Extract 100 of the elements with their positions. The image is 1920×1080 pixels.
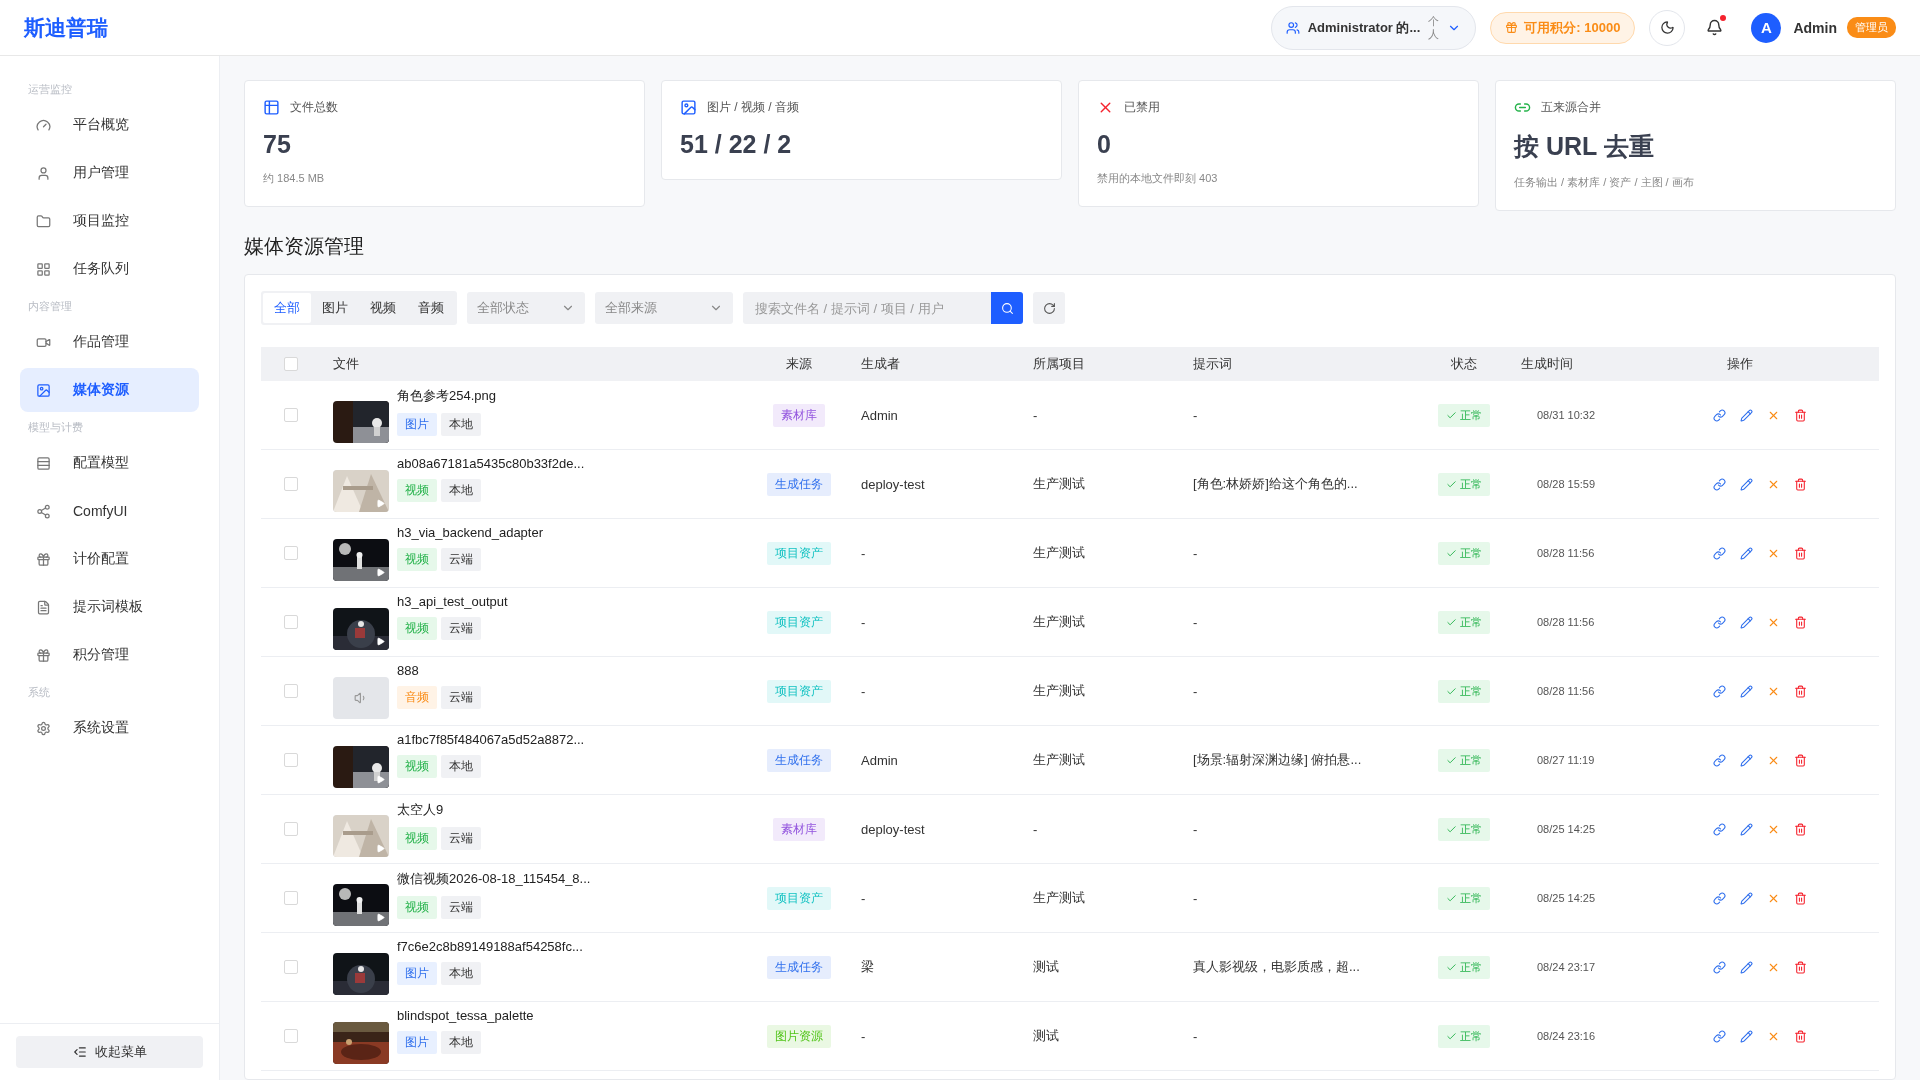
source-tag: 项目资产	[767, 886, 831, 910]
project-cell: 生产测试	[1033, 751, 1085, 769]
link-button[interactable]	[1713, 891, 1726, 905]
project-cell: 生产测试	[1033, 475, 1085, 493]
project-cell: 生产测试	[1033, 613, 1085, 631]
thumbnail[interactable]	[333, 746, 389, 788]
thumbnail[interactable]	[333, 470, 389, 512]
row-checkbox[interactable]	[284, 684, 298, 698]
link-button[interactable]	[1713, 753, 1726, 767]
check-icon	[1446, 409, 1457, 421]
column-header: 生成时间	[1520, 355, 1574, 373]
source-tag: 素材库	[773, 817, 825, 841]
nav-item[interactable]: 任务队列	[20, 247, 199, 291]
section-title: 内容管理	[28, 299, 73, 314]
check-icon	[1446, 547, 1457, 559]
thumbnail[interactable]	[333, 1022, 389, 1064]
nav-item[interactable]: 媒体资源	[20, 368, 199, 412]
link-icon	[1713, 822, 1726, 836]
link-button[interactable]	[1713, 960, 1726, 974]
delete-button[interactable]	[1794, 822, 1807, 836]
delete-button[interactable]	[1794, 753, 1807, 767]
type-tag: 视频	[397, 617, 437, 640]
check-icon	[1446, 961, 1457, 973]
edit-button[interactable]	[1740, 684, 1753, 698]
play-icon	[376, 775, 385, 784]
nav-item[interactable]: 配置模型	[20, 441, 199, 485]
stat-icon	[680, 99, 697, 116]
refresh-button[interactable]	[1033, 292, 1065, 324]
storage-tag: 本地	[441, 1031, 481, 1054]
delete-button[interactable]	[1794, 960, 1807, 974]
link-button[interactable]	[1713, 684, 1726, 698]
thumbnail[interactable]	[333, 608, 389, 650]
edit-button[interactable]	[1740, 960, 1753, 974]
row-checkbox[interactable]	[284, 477, 298, 491]
edit-button[interactable]	[1740, 822, 1753, 836]
edit-button[interactable]	[1740, 1029, 1753, 1043]
delete-button[interactable]	[1794, 546, 1807, 560]
link-button[interactable]	[1713, 408, 1726, 422]
creator-cell: -	[861, 1028, 866, 1044]
edit-button[interactable]	[1740, 477, 1753, 491]
thumbnail[interactable]	[333, 884, 389, 926]
nav-item[interactable]: 计价配置	[20, 537, 199, 581]
section-title: 模型与计费	[28, 420, 84, 435]
delete-button[interactable]	[1794, 891, 1807, 905]
delete-button[interactable]	[1794, 408, 1807, 422]
edit-button[interactable]	[1740, 753, 1753, 767]
row-checkbox[interactable]	[284, 822, 298, 836]
row-checkbox[interactable]	[284, 408, 298, 422]
link-button[interactable]	[1713, 1029, 1726, 1043]
user-avatar[interactable]: A	[1751, 12, 1782, 43]
row-checkbox[interactable]	[284, 615, 298, 629]
delete-button[interactable]	[1794, 615, 1807, 629]
edit-button[interactable]	[1740, 891, 1753, 905]
nav-item[interactable]: 用户管理	[20, 151, 199, 195]
nav-item[interactable]: 提示词模板	[20, 585, 199, 629]
theme-toggle-button[interactable]	[1649, 9, 1686, 46]
thumbnail[interactable]	[333, 815, 389, 857]
source-tag: 生成任务	[767, 748, 831, 772]
nav-item[interactable]: 项目监控	[20, 199, 199, 243]
prompt-cell: [角色:林娇娇]给这个角色的...	[1193, 475, 1358, 493]
filter-tab[interactable]: 音频	[407, 293, 455, 323]
thumbnail[interactable]	[333, 953, 389, 995]
row-checkbox[interactable]	[284, 960, 298, 974]
search-field[interactable]: 搜索文件名 / 提示词 / 项目 / 用户	[743, 292, 991, 324]
collapse-menu-button[interactable]: 收起菜单	[16, 1036, 203, 1068]
nav-item[interactable]: ComfyUI	[20, 489, 199, 533]
edit-button[interactable]	[1740, 615, 1753, 629]
search-button[interactable]	[991, 292, 1023, 324]
prompt-cell: -	[1193, 1028, 1198, 1044]
thumbnail[interactable]	[333, 401, 389, 443]
row-checkbox[interactable]	[284, 891, 298, 905]
row-checkbox[interactable]	[284, 546, 298, 560]
list-icon	[36, 455, 51, 471]
prompt-cell: -	[1193, 407, 1198, 423]
brand-logo[interactable]: 斯迪普瑞	[24, 13, 108, 42]
link-icon	[1713, 753, 1726, 767]
stat-value: 0	[1097, 130, 1112, 159]
filter-tab[interactable]: 图片	[311, 293, 359, 323]
nav-item[interactable]: 系统设置	[20, 706, 199, 750]
thumbnail[interactable]	[333, 539, 389, 581]
creator-cell: -	[861, 545, 866, 561]
delete-button[interactable]	[1794, 1029, 1807, 1043]
nav-item[interactable]: 作品管理	[20, 320, 199, 364]
link-button[interactable]	[1713, 822, 1726, 836]
link-button[interactable]	[1713, 477, 1726, 491]
delete-button[interactable]	[1794, 477, 1807, 491]
audio-thumbnail[interactable]	[333, 677, 389, 719]
filter-tab[interactable]: 视频	[359, 293, 407, 323]
delete-button[interactable]	[1794, 684, 1807, 698]
edit-button[interactable]	[1740, 408, 1753, 422]
edit-button[interactable]	[1740, 546, 1753, 560]
nav-item[interactable]: 平台概览	[20, 103, 199, 147]
nav-item[interactable]: 积分管理	[20, 633, 199, 677]
file-name: a1fbc7f85f484067a5d52a8872...	[397, 732, 585, 747]
row-checkbox[interactable]	[284, 753, 298, 767]
filter-tab[interactable]: 全部	[263, 293, 311, 323]
link-button[interactable]	[1713, 546, 1726, 560]
select-all-checkbox[interactable]	[284, 357, 298, 371]
link-button[interactable]	[1713, 615, 1726, 629]
row-checkbox[interactable]	[284, 1029, 298, 1043]
